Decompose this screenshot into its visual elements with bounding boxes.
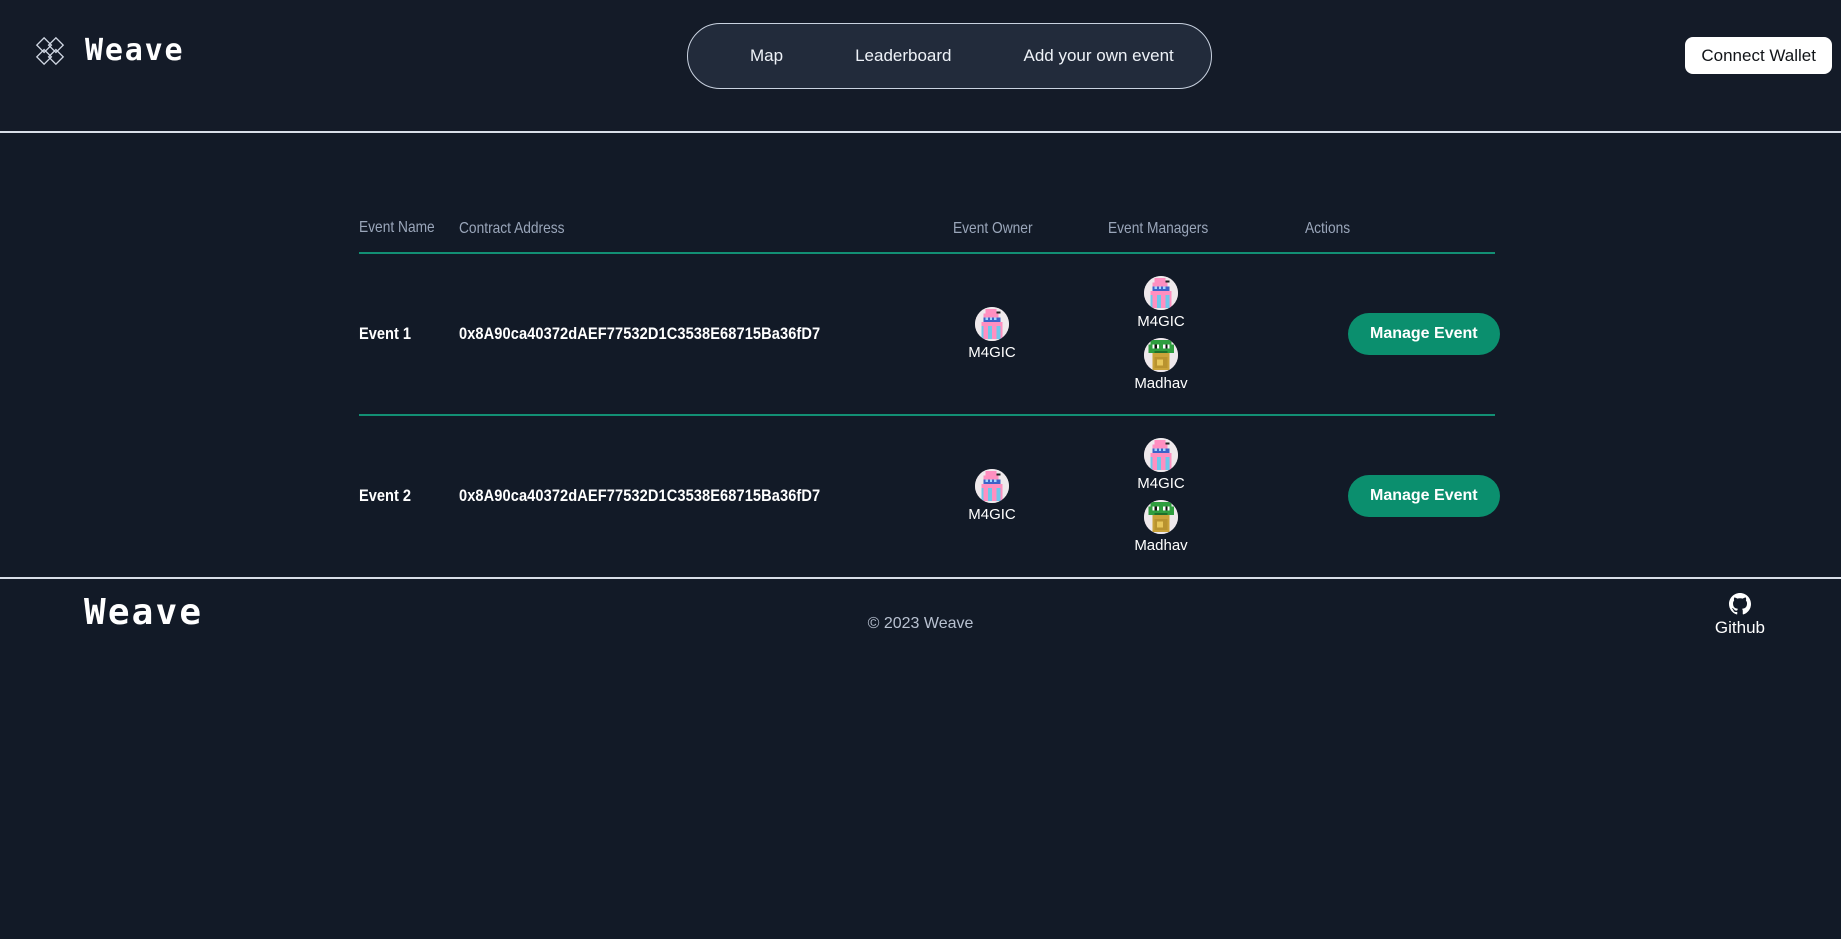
connect-wallet-button[interactable]: Connect Wallet	[1685, 37, 1832, 74]
app-footer: Weave © 2023 Weave Github	[0, 579, 1841, 669]
manager-name: Madhav	[1134, 537, 1188, 554]
cell-contract-address: 0x8A90ca40372dAEF77532D1C3538E68715Ba36f…	[459, 253, 953, 415]
contract-address-text: 0x8A90ca40372dAEF77532D1C3538E68715Ba36f…	[459, 486, 821, 505]
manager-person[interactable]: M4GIC	[1130, 276, 1192, 330]
events-table-body: Event 1 0x8A90ca40372dAEF77532D1C3538E68…	[359, 253, 1500, 576]
column-header-contract-address-label: Contract Address	[459, 220, 565, 237]
pixel-frog-avatar	[1144, 338, 1178, 372]
cell-event-owner: M4GIC	[953, 415, 1108, 576]
cell-event-managers: M4GIC Madhav	[1108, 253, 1305, 415]
manager-person[interactable]: Madhav	[1130, 500, 1192, 554]
manage-event-button[interactable]: Manage Event	[1348, 475, 1500, 517]
brand-name: Weave	[85, 33, 185, 68]
pixel-flamingo-avatar	[1144, 438, 1178, 472]
pixel-frog-avatar-art	[1144, 500, 1178, 534]
main-nav: Map Leaderboard Add your own event	[687, 23, 1212, 89]
owner-person[interactable]: M4GIC	[961, 469, 1023, 523]
manager-name: M4GIC	[1137, 313, 1185, 330]
github-link[interactable]: Github	[1715, 593, 1765, 638]
pixel-flamingo-avatar-art	[975, 307, 1009, 341]
contract-address-text: 0x8A90ca40372dAEF77532D1C3538E68715Ba36f…	[459, 324, 821, 343]
pixel-flamingo-avatar	[1144, 276, 1178, 310]
column-header-event-name-label: Event Name	[359, 219, 435, 236]
cell-contract-address: 0x8A90ca40372dAEF77532D1C3538E68715Ba36f…	[459, 415, 953, 576]
owner-name: M4GIC	[968, 344, 1016, 361]
github-icon	[1728, 593, 1751, 615]
app-header: Weave Map Leaderboard Add your own event…	[0, 0, 1841, 133]
pixel-flamingo-avatar	[975, 469, 1009, 503]
interlocking-squares-logo-icon	[35, 36, 65, 66]
nav-item-leaderboard[interactable]: Leaderboard	[855, 46, 951, 66]
page-background-area	[0, 669, 1841, 939]
table-header-row: Event Name Contract Address Event Owner …	[359, 218, 1495, 253]
cell-actions: Manage Event	[1305, 415, 1500, 576]
pixel-flamingo-avatar-art	[1144, 438, 1178, 472]
table-row: Event 1 0x8A90ca40372dAEF77532D1C3538E68…	[359, 253, 1500, 415]
manager-person[interactable]: M4GIC	[1130, 438, 1192, 492]
pixel-frog-avatar-art	[1144, 338, 1178, 372]
footer-copyright: © 2023 Weave	[867, 615, 974, 632]
manage-event-button[interactable]: Manage Event	[1348, 313, 1500, 355]
manager-name: M4GIC	[1137, 475, 1185, 492]
github-label: Github	[1714, 618, 1765, 637]
event-name-text: Event 1	[359, 324, 412, 343]
column-header-actions: Actions	[1305, 218, 1495, 253]
nav-item-map[interactable]: Map	[750, 46, 783, 66]
cell-event-name: Event 1	[359, 253, 459, 415]
events-table: Event Name Contract Address Event Owner …	[359, 218, 1500, 576]
manager-person[interactable]: Madhav	[1130, 338, 1192, 392]
column-header-event-managers: Event Managers	[1108, 218, 1305, 253]
column-header-event-managers-label: Event Managers	[1108, 220, 1209, 237]
cell-event-managers: M4GIC Madhav	[1108, 415, 1305, 576]
brand[interactable]: Weave	[35, 36, 184, 66]
event-name-text: Event 2	[359, 486, 412, 505]
column-header-actions-label: Actions	[1305, 220, 1351, 237]
pixel-flamingo-avatar-art	[1144, 276, 1178, 310]
events-table-head: Event Name Contract Address Event Owner …	[359, 218, 1495, 253]
table-row: Event 2 0x8A90ca40372dAEF77532D1C3538E68…	[359, 415, 1500, 576]
column-header-event-owner-label: Event Owner	[953, 220, 1033, 237]
column-header-contract-address: Contract Address	[459, 218, 953, 253]
cell-event-name: Event 2	[359, 415, 459, 576]
cell-actions: Manage Event	[1305, 253, 1500, 415]
events-table-wrapper: Event Name Contract Address Event Owner …	[359, 218, 1500, 576]
column-header-event-owner: Event Owner	[953, 218, 1108, 253]
owner-name: M4GIC	[968, 506, 1016, 523]
main-content: Event Name Contract Address Event Owner …	[0, 133, 1841, 579]
owner-person[interactable]: M4GIC	[961, 307, 1023, 361]
nav-item-add-event[interactable]: Add your own event	[1024, 46, 1174, 66]
manager-name: Madhav	[1134, 375, 1188, 392]
pixel-flamingo-avatar-art	[975, 469, 1009, 503]
pixel-frog-avatar	[1144, 500, 1178, 534]
column-header-event-name: Event Name	[359, 218, 459, 253]
cell-event-owner: M4GIC	[953, 253, 1108, 415]
pixel-flamingo-avatar	[975, 307, 1009, 341]
